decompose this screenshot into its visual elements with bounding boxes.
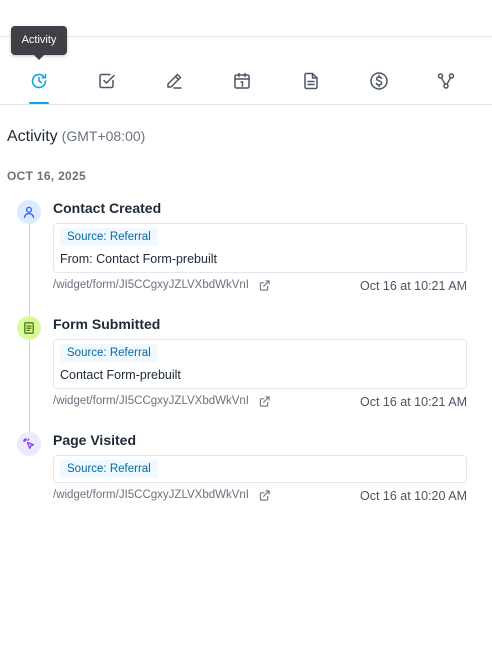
document-icon	[304, 72, 318, 90]
tab-documents[interactable]	[292, 62, 330, 104]
activity-section-title: Activity (GMT+08:00)	[7, 128, 145, 146]
timezone-label: (GMT+08:00)	[61, 128, 146, 144]
event-title: Contact Created	[53, 200, 162, 216]
task-checkbox-icon	[99, 73, 115, 89]
event-meta-row: /widget/form/JI5CCgxyJZLVXbdWkVnI Oct 16…	[53, 489, 467, 505]
event-meta-row: /widget/form/JI5CCgxyJZLVXbdWkVnI Oct 16…	[53, 395, 467, 411]
date-group-label: OCT 16, 2025	[7, 169, 86, 183]
tab-tasks[interactable]	[88, 62, 126, 104]
event-meta-row: /widget/form/JI5CCgxyJZLVXbdWkVnI Oct 16…	[53, 279, 467, 295]
tab-activity[interactable]	[20, 62, 58, 104]
tab-workflows[interactable]	[427, 62, 465, 104]
timeline-node-page	[17, 432, 41, 456]
event-detail: Contact Form-prebuilt	[60, 368, 181, 382]
dollar-icon	[370, 72, 388, 90]
widget-form-link[interactable]: /widget/form/JI5CCgxyJZLVXbdWkVnI	[53, 279, 249, 291]
external-link-icon[interactable]	[259, 396, 270, 407]
event-timestamp: Oct 16 at 10:20 AM	[359, 489, 467, 503]
event-timestamp: Oct 16 at 10:21 AM	[359, 395, 467, 409]
activity-tab-bar	[0, 62, 492, 105]
top-header-band	[0, 0, 492, 37]
form-icon	[24, 322, 34, 334]
widget-form-link[interactable]: /widget/form/JI5CCgxyJZLVXbdWkVnI	[53, 395, 249, 407]
event-timestamp: Oct 16 at 10:21 AM	[359, 279, 467, 293]
workflow-icon	[437, 73, 455, 89]
source-badge: Source: Referral	[60, 460, 158, 478]
tab-payments[interactable]	[360, 62, 398, 104]
source-badge: Source: Referral	[60, 344, 158, 362]
source-badge: Source: Referral	[60, 228, 158, 246]
activity-tooltip: Activity	[11, 26, 67, 60]
event-card: Source: Referral Contact Form-prebuilt	[53, 339, 467, 389]
event-title: Form Submitted	[53, 316, 161, 332]
tab-notes[interactable]	[155, 62, 193, 104]
external-link-icon[interactable]	[259, 490, 270, 501]
timeline-node-form	[17, 316, 41, 340]
section-title-text: Activity	[7, 128, 58, 145]
note-pencil-icon	[167, 73, 182, 89]
activity-clock-icon	[31, 73, 47, 89]
external-link-icon[interactable]	[259, 280, 270, 291]
event-card: Source: Referral From: Contact Form-preb…	[53, 223, 467, 273]
timeline-node-contact	[17, 200, 41, 224]
cursor-click-icon	[22, 437, 35, 449]
event-card: Source: Referral	[53, 455, 467, 483]
tab-appointments[interactable]	[223, 62, 261, 104]
calendar-icon	[234, 72, 250, 89]
event-title: Page Visited	[53, 432, 137, 448]
event-detail: From: Contact Form-prebuilt	[60, 252, 217, 266]
user-icon	[23, 206, 35, 218]
widget-form-link[interactable]: /widget/form/JI5CCgxyJZLVXbdWkVnI	[53, 489, 249, 501]
